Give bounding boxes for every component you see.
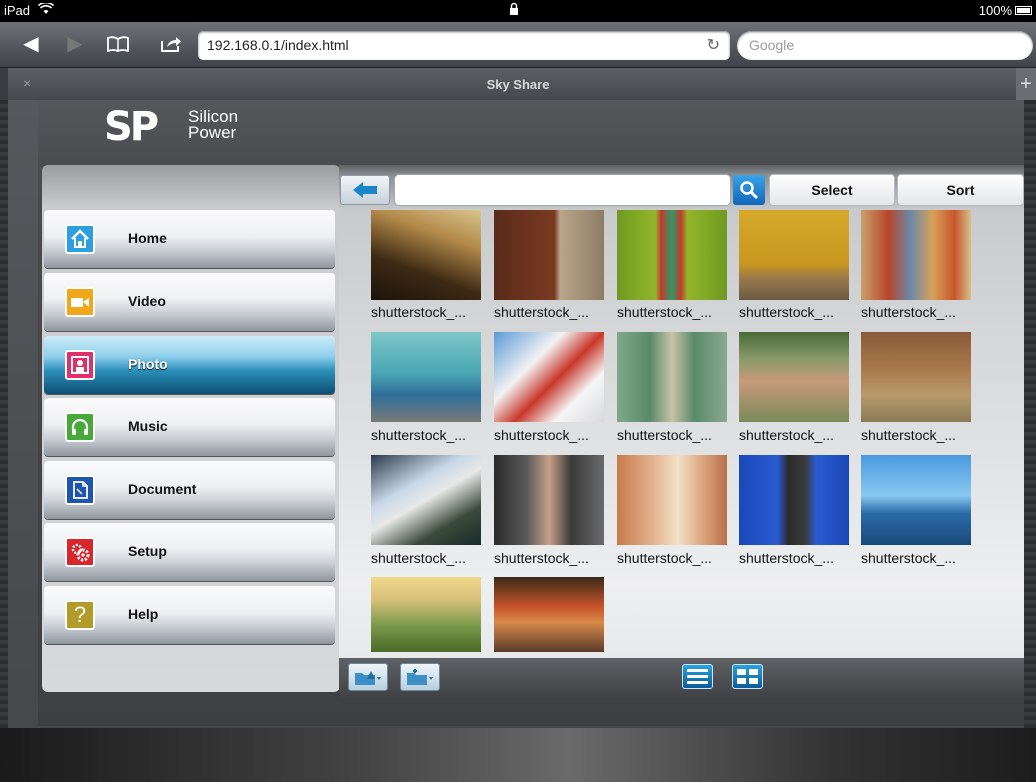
photo-caption: shutterstock_...	[371, 304, 466, 320]
photo-caption: shutterstock_...	[861, 304, 956, 320]
photo-thumbnail-venice[interactable]	[861, 210, 971, 300]
photo-thumbnail-lake-jump[interactable]	[861, 455, 971, 545]
lock-icon	[509, 2, 519, 18]
tab-bar: × Sky Share +	[0, 68, 1036, 100]
sidebar-nav: Home Video Photo Music Document Setup ? …	[42, 165, 340, 692]
tab-title[interactable]: Sky Share	[0, 77, 1036, 92]
back-arrow-icon[interactable]: ◀	[16, 30, 46, 58]
photo-thumbnail-blue-wall[interactable]	[739, 455, 849, 545]
page-edge-right	[1024, 100, 1036, 728]
sidebar-item-label: Help	[128, 606, 159, 622]
back-arrow-icon	[353, 182, 377, 198]
photo-thumbnail-water-couple[interactable]	[739, 332, 849, 422]
photo-icon	[65, 350, 95, 380]
sidebar-item-label: Setup	[128, 543, 167, 559]
new-tab-icon[interactable]: +	[1016, 68, 1036, 100]
device-name: iPad	[4, 3, 31, 18]
forward-arrow-icon[interactable]: ▶	[60, 30, 90, 58]
app-header: SP Silicon Power	[38, 100, 1024, 164]
new-folder-button[interactable]	[400, 663, 440, 691]
photo-caption: shutterstock_...	[861, 427, 956, 443]
settings-icon	[65, 537, 95, 567]
sidebar-item-setup[interactable]: Setup	[44, 523, 335, 581]
url-text: 192.168.0.1/index.html	[207, 37, 349, 53]
status-bar: iPad 100%	[0, 0, 1036, 22]
photo-thumbnail-green-door[interactable]	[617, 210, 727, 300]
sidebar-item-label: Music	[128, 418, 168, 434]
file-browser-panel: Select Sort shutterstock_... shutterstoc…	[339, 165, 1024, 695]
reload-icon[interactable]: ↻	[707, 35, 720, 55]
photo-caption: shutterstock_...	[494, 427, 589, 443]
sidebar-item-label: Home	[128, 230, 167, 246]
photo-caption: shutterstock_...	[617, 304, 712, 320]
photo-thumbnail-arches[interactable]	[617, 332, 727, 422]
select-button[interactable]: Select	[769, 174, 895, 206]
photo-thumbnail-market[interactable]	[494, 577, 604, 652]
battery-icon	[1015, 6, 1032, 15]
photo-thumbnail-man-sunglasses[interactable]	[494, 455, 604, 545]
photo-caption: shutterstock_...	[739, 427, 834, 443]
sidebar-item-help[interactable]: ? Help	[44, 586, 335, 644]
photo-caption: shutterstock_...	[739, 304, 834, 320]
sidebar-item-home[interactable]: Home	[44, 210, 335, 268]
photo-caption: shutterstock_...	[861, 550, 956, 566]
back-button[interactable]	[340, 175, 390, 205]
bottom-background	[0, 728, 1036, 782]
music-icon	[65, 412, 95, 442]
photo-thumbnail-smiling-couple[interactable]	[617, 455, 727, 545]
list-view-icon	[687, 669, 708, 684]
search-icon	[740, 181, 759, 200]
share-icon[interactable]	[156, 30, 186, 61]
folder-upload-icon	[355, 671, 381, 685]
search-button[interactable]	[733, 175, 765, 205]
photo-thumbnail-guitar[interactable]	[494, 210, 604, 300]
search-field[interactable]: Google	[737, 31, 1033, 60]
battery-percent: 100%	[978, 3, 1012, 18]
photo-thumbnail-family-field[interactable]	[371, 577, 481, 652]
photo-caption: shutterstock_...	[494, 550, 589, 566]
search-placeholder: Google	[749, 37, 795, 53]
sidebar-item-document[interactable]: Document	[44, 461, 335, 519]
page-edge-left	[0, 100, 8, 728]
grid-view-button[interactable]	[732, 664, 763, 689]
photo-caption: shutterstock_...	[494, 304, 589, 320]
photo-caption: shutterstock_...	[739, 550, 834, 566]
path-input[interactable]	[394, 174, 731, 206]
logo-text: Silicon Power	[188, 107, 239, 142]
photo-thumbnail-bridge[interactable]	[371, 455, 481, 545]
photo-thumbnail-blue-car[interactable]	[371, 332, 481, 422]
sidebar-item-music[interactable]: Music	[44, 398, 335, 456]
list-view-button[interactable]	[682, 664, 713, 689]
sidebar-item-photo[interactable]: Photo	[44, 336, 335, 394]
sidebar-item-label: Video	[128, 293, 166, 309]
browser-toolbar: ◀ ▶ 192.168.0.1/index.html ↻ Google	[0, 22, 1036, 68]
photo-caption: shutterstock_...	[617, 427, 712, 443]
panel-bottom-bar	[339, 658, 1024, 698]
logo-mark: SP	[104, 104, 159, 150]
document-icon	[65, 475, 95, 505]
sidebar-item-label: Photo	[128, 356, 168, 372]
photo-thumbnail-rickshaw[interactable]	[861, 332, 971, 422]
folder-add-icon	[407, 669, 433, 685]
photo-thumbnail-cyclist[interactable]	[371, 210, 481, 300]
help-icon: ?	[65, 600, 95, 630]
upload-button[interactable]	[348, 663, 388, 691]
photo-caption: shutterstock_...	[617, 550, 712, 566]
home-icon	[65, 224, 95, 254]
wifi-icon	[37, 1, 55, 18]
address-bar[interactable]: 192.168.0.1/index.html ↻	[198, 31, 730, 60]
bookmarks-icon[interactable]	[103, 30, 133, 60]
sort-button[interactable]: Sort	[897, 174, 1024, 206]
sidebar-item-label: Document	[128, 481, 197, 497]
grid-view-icon	[737, 669, 758, 684]
photo-thumbnail-bicycle[interactable]	[739, 210, 849, 300]
photo-caption: shutterstock_...	[371, 427, 466, 443]
photo-thumbnail-snow-friends[interactable]	[494, 332, 604, 422]
photo-caption: shutterstock_...	[371, 550, 466, 566]
sidebar-item-video[interactable]: Video	[44, 273, 335, 331]
video-icon	[65, 287, 95, 317]
